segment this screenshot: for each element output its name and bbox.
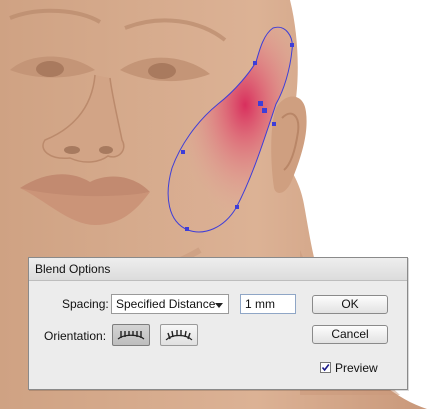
cancel-button[interactable]: Cancel — [312, 325, 388, 344]
ok-button[interactable]: OK — [312, 295, 388, 314]
align-to-page-button[interactable] — [112, 324, 150, 346]
align-to-path-icon — [165, 330, 193, 341]
align-to-page-icon — [117, 331, 145, 340]
checkmark-icon — [321, 364, 330, 372]
dialog-title: Blend Options — [29, 258, 407, 281]
align-to-path-button[interactable] — [160, 324, 198, 346]
preview-checkbox[interactable] — [320, 362, 331, 373]
distance-field[interactable]: 1 mm — [240, 294, 296, 314]
spacing-value: Specified Distance — [116, 297, 216, 311]
orientation-label: Orientation: — [44, 329, 107, 343]
preview-label: Preview — [335, 361, 378, 375]
spacing-label: Spacing: — [62, 297, 109, 311]
blend-options-dialog: Blend Options Spacing: Specified Distanc… — [28, 257, 408, 390]
spacing-dropdown[interactable]: Specified Distance — [111, 294, 229, 314]
chevron-down-icon — [215, 303, 223, 308]
